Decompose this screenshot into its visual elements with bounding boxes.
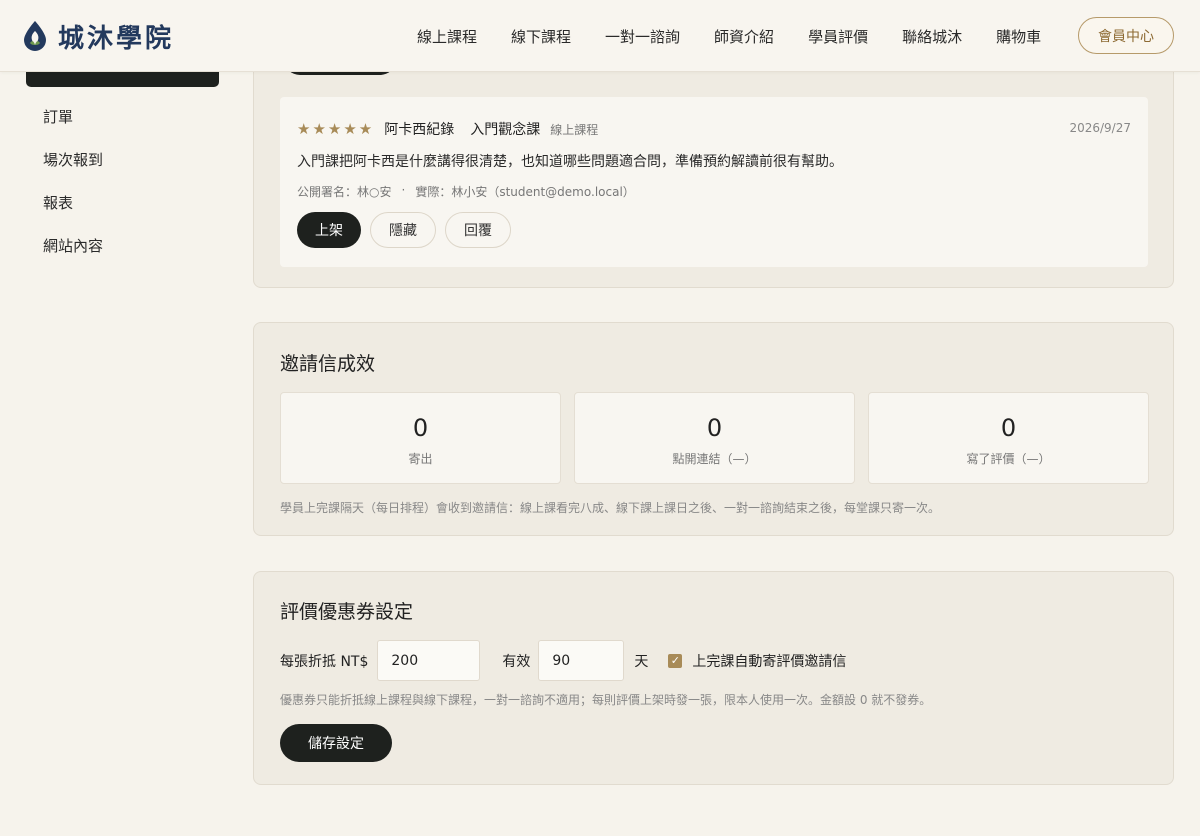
stat-reviewed: 0 寫了評價（—） — [868, 392, 1149, 484]
hide-button[interactable]: 隱藏 — [370, 212, 436, 248]
coupon-note: 優惠券只能折抵線上課程與線下課程，一對一諮詢不適用；每則評價上架時發一張，限本人… — [280, 693, 932, 707]
review-actions: 上架 隱藏 回覆 — [297, 212, 511, 248]
stat-label: 寄出 — [408, 452, 433, 466]
review-date: 2026/9/27 — [1069, 121, 1131, 135]
stat-value: 0 — [412, 414, 429, 442]
invite-title: 邀請信成效 — [280, 353, 376, 375]
review-body: 入門課把阿卡西是什麼講得很清楚，也知道哪些問題適合問，準備預約解讀前很有幫助。 — [297, 154, 843, 170]
admin-sidebar: 訂單 場次報到 報表 網站內容 — [26, 72, 219, 268]
review-public-name: 公開署名：林○安 — [297, 185, 392, 199]
nav-cart[interactable]: 購物車 — [979, 26, 1058, 47]
review-item: ★★★★★ 阿卡西紀錄 入門觀念課 線上課程 2026/9/27 入門課把阿卡西… — [280, 97, 1148, 267]
member-center-button[interactable]: 會員中心 — [1078, 17, 1174, 54]
top-navigation-bar: 城沐學院 線上課程 線下課程 一對一諮詢 師資介紹 學員評價 聯絡城沐 購物車 … — [0, 0, 1200, 72]
invite-stats-card: 邀請信成效 0 寄出 0 點開連結（—） 0 寫了評價（—） 學員上完課隔天（每… — [253, 322, 1174, 536]
auto-invite-label[interactable]: 上完課自動寄評價邀請信 — [692, 651, 846, 671]
main-nav: 線上課程 線下課程 一對一諮詢 師資介紹 學員評價 聯絡城沐 購物車 — [400, 0, 1058, 72]
meta-separator: · — [401, 183, 406, 197]
coupon-form-row: 每張折抵 NT$ 有效 天 ✓ 上完課自動寄評價邀請信 — [280, 640, 846, 681]
invite-note: 學員上完課隔天（每日排程）會收到邀請信：線上課看完八成、線下課上課日之後、一對一… — [280, 501, 941, 515]
stat-opened: 0 點開連結（—） — [574, 392, 855, 484]
coupon-title: 評價優惠券設定 — [280, 601, 414, 623]
stat-label: 寫了評價（—） — [966, 452, 1051, 466]
auto-invite-checkbox[interactable]: ✓ — [668, 653, 683, 668]
nav-reviews[interactable]: 學員評價 — [791, 26, 885, 47]
review-list-card: ★★★★★ 阿卡西紀錄 入門觀念課 線上課程 2026/9/27 入門課把阿卡西… — [253, 40, 1174, 288]
nav-offline-courses[interactable]: 線下課程 — [494, 26, 588, 47]
amount-label: 每張折抵 NT$ — [280, 653, 369, 670]
stat-value: 0 — [1000, 414, 1017, 442]
sidebar-item-reviews-active[interactable] — [26, 72, 219, 87]
stat-sent: 0 寄出 — [280, 392, 561, 484]
review-meta: 公開署名：林○安 · 實際：林小安（student@demo.local） — [297, 183, 635, 200]
rating-stars: ★★★★★ — [297, 120, 375, 138]
review-lecturer: 阿卡西紀錄 — [384, 122, 455, 138]
review-course-type: 線上課程 — [550, 122, 599, 137]
days-unit: 天 — [634, 653, 649, 670]
review-course: 入門觀念課 — [470, 122, 541, 138]
nav-consultation[interactable]: 一對一諮詢 — [588, 26, 697, 47]
save-settings-button[interactable]: 儲存設定 — [280, 724, 392, 762]
sidebar-item-reports[interactable]: 報表 — [26, 182, 219, 225]
site-logo[interactable]: 城沐學院 — [22, 18, 174, 54]
sidebar-item-checkin[interactable]: 場次報到 — [26, 139, 219, 182]
reply-button[interactable]: 回覆 — [445, 212, 511, 248]
stat-label: 點開連結（—） — [672, 452, 757, 466]
nav-instructors[interactable]: 師資介紹 — [697, 26, 791, 47]
nav-contact[interactable]: 聯絡城沐 — [885, 26, 979, 47]
logo-drop-icon — [24, 21, 46, 51]
review-real-name: 實際：林小安（student@demo.local） — [415, 185, 635, 199]
invite-stats: 0 寄出 0 點開連結（—） 0 寫了評價（—） — [280, 392, 1149, 484]
logo-text: 城沐學院 — [58, 23, 175, 54]
publish-button[interactable]: 上架 — [297, 212, 361, 248]
stat-value: 0 — [706, 414, 723, 442]
amount-input[interactable] — [377, 640, 481, 681]
valid-label: 有效 — [502, 653, 531, 670]
days-input[interactable] — [538, 640, 625, 681]
coupon-settings-card: 評價優惠券設定 每張折抵 NT$ 有效 天 ✓ 上完課自動寄評價邀請信 優惠券只… — [253, 571, 1174, 785]
sidebar-item-site-content[interactable]: 網站內容 — [26, 225, 219, 268]
nav-online-courses[interactable]: 線上課程 — [400, 26, 494, 47]
sidebar-item-orders[interactable]: 訂單 — [26, 96, 219, 139]
